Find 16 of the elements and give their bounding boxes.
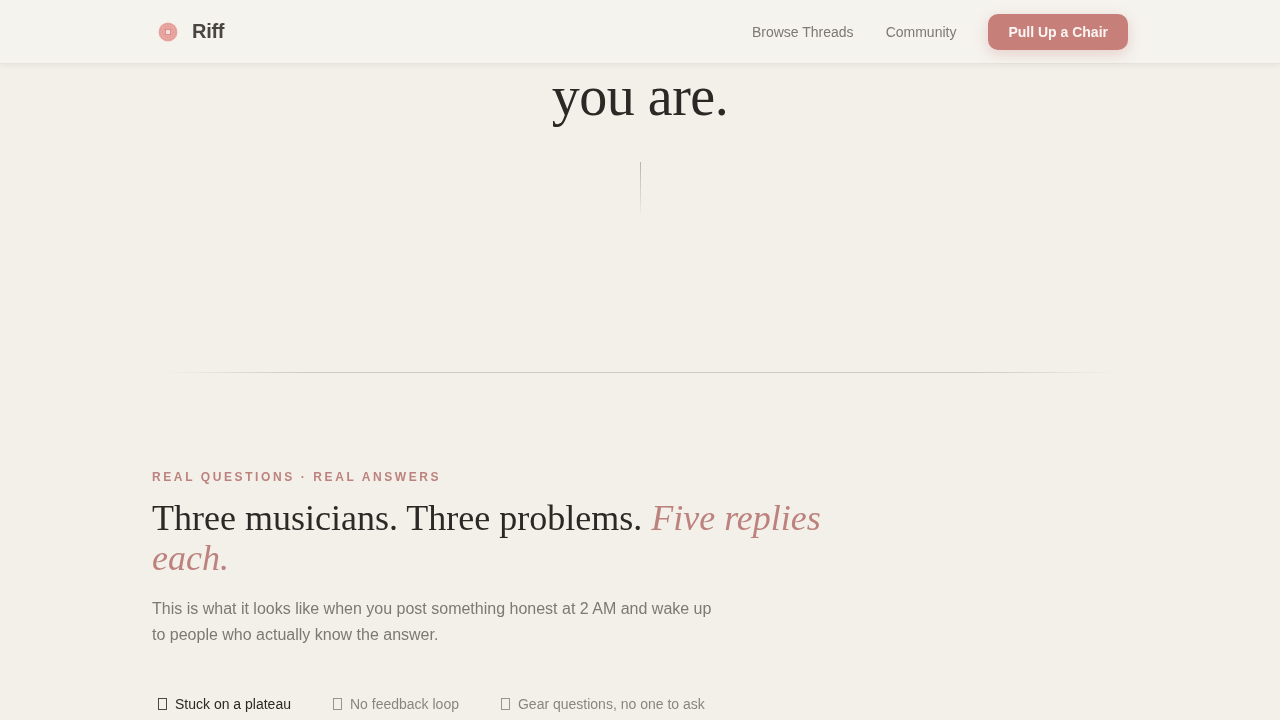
rectangle-icon: [158, 698, 167, 710]
hero-heading: you are.: [551, 64, 729, 128]
brand-name-link[interactable]: Riff: [192, 20, 225, 43]
rosette-logo-icon: [158, 21, 178, 42]
scroll-cue-line: [639, 162, 641, 214]
section-intro-text: This is what it looks like when you post something honest at 2 AM and wake up to people who actually know the answer.: [152, 599, 713, 645]
section-eyebrow: REAL QUESTIONS · REAL ANSWERS: [152, 470, 442, 484]
problem-tab[interactable]: Gear questions, no one to ask: [494, 692, 721, 716]
problem-tab[interactable]: Stuck on a plateau: [152, 692, 307, 716]
rectangle-icon: [500, 698, 510, 710]
pull-up-a-chair-button[interactable]: Pull Up a Chair: [988, 13, 1128, 50]
problem-tab[interactable]: No feedback loop: [327, 692, 475, 716]
section-heading: Three musicians. Three problems. Five replies each.: [152, 498, 822, 578]
nav-link[interactable]: Community: [885, 23, 957, 40]
rectangle-icon: [333, 698, 342, 710]
nav-link[interactable]: Browse Threads: [751, 23, 854, 40]
